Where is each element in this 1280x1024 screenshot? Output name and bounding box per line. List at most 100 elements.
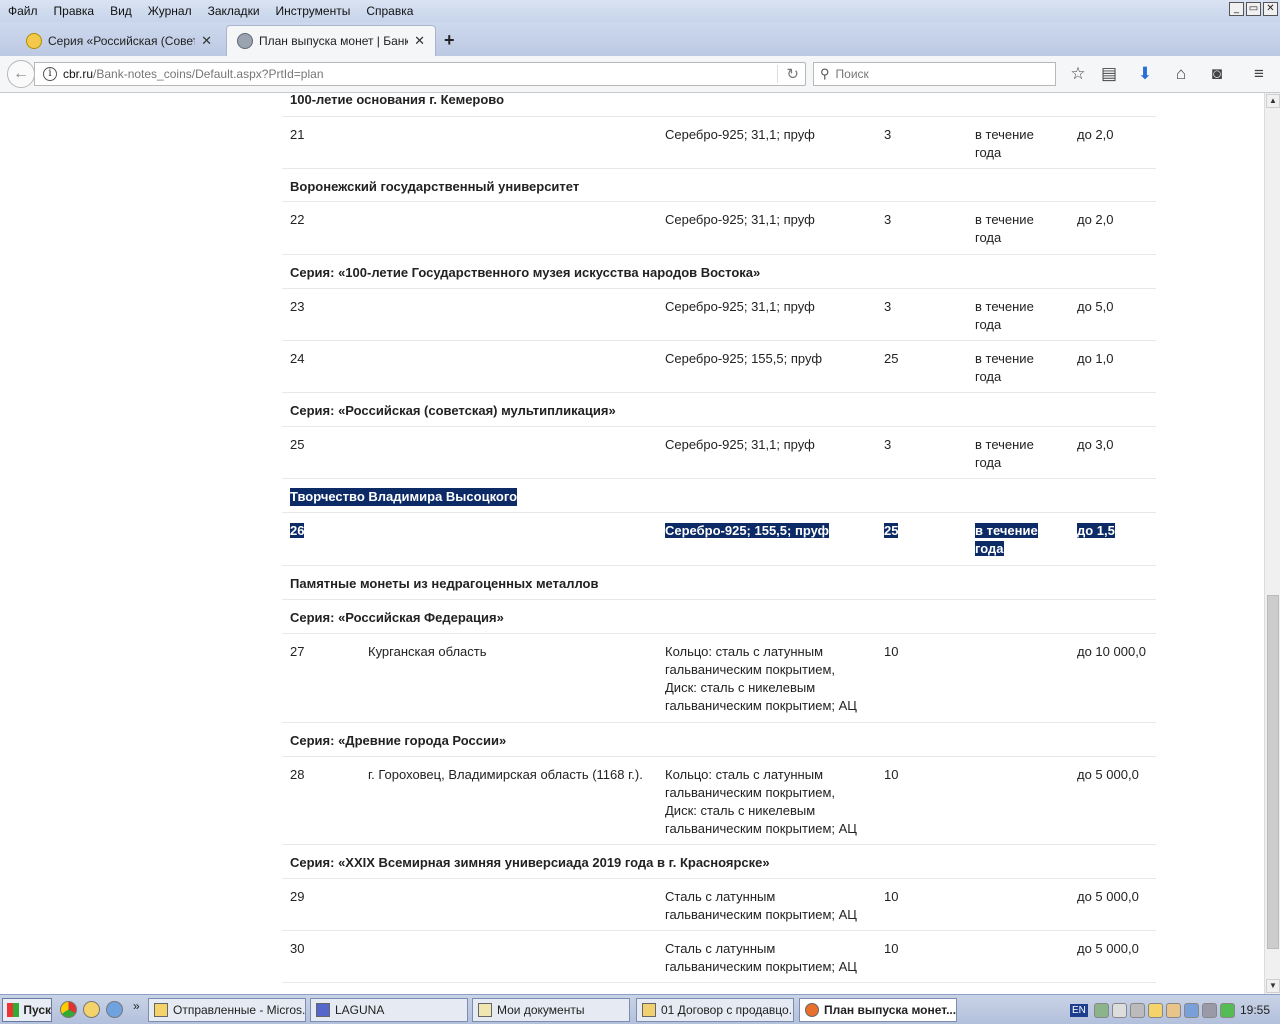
coin-amount: до 5 000,0 bbox=[1077, 889, 1139, 904]
section-heading: Памятные монеты из недрагоценных металло… bbox=[290, 576, 599, 591]
connection-icon[interactable] bbox=[1219, 1002, 1235, 1018]
printer-icon[interactable] bbox=[1111, 1002, 1127, 1018]
coin-table-row: 27 Курганская область Кольцо: сталь с лату… bbox=[282, 634, 1156, 723]
taskbar-button-label: Мои документы bbox=[497, 1003, 585, 1017]
taskbar-button-outlook[interactable]: Отправленные - Micros... bbox=[148, 998, 306, 1022]
menu-bookmarks[interactable]: Закладки bbox=[200, 4, 268, 18]
coin-material: Серебро-925; 31,1; пруф bbox=[665, 299, 815, 314]
coin-table-row: 25 Серебро-925; 31,1; пруф 3 в течение года… bbox=[282, 427, 1156, 479]
coin-mintage: 3 bbox=[884, 127, 892, 142]
taskbar-button-contract[interactable]: 01 Договор с продавцо... bbox=[636, 998, 794, 1022]
coin-mintage: 10 bbox=[884, 767, 899, 782]
menu-help[interactable]: Справка bbox=[358, 4, 421, 18]
download-icon[interactable]: ⬇ bbox=[1134, 63, 1156, 85]
section-heading: Серия: «Древние города России» bbox=[290, 733, 507, 748]
display-icon[interactable] bbox=[1183, 1002, 1199, 1018]
folder-icon bbox=[478, 1003, 492, 1017]
scroll-up-arrow-icon[interactable]: ▲ bbox=[1266, 94, 1280, 108]
pocket-icon[interactable]: ◙ bbox=[1206, 63, 1228, 85]
coin-amount: до 5 000,0 bbox=[1077, 941, 1139, 956]
home-icon[interactable]: ⌂ bbox=[1170, 63, 1192, 85]
scrollbar-thumb[interactable] bbox=[1267, 595, 1279, 949]
navigation-toolbar: ← i cbr.ru/Bank-notes_coins/Default.aspx… bbox=[0, 56, 1280, 93]
search-input[interactable]: ⚲ Поиск bbox=[813, 62, 1056, 86]
back-button[interactable]: ← bbox=[7, 60, 35, 88]
coin-amount-selected-text: до 1,5 bbox=[1077, 523, 1115, 538]
tab-series-multiplication[interactable]: Серия «Российская (Советс... ✕ bbox=[16, 25, 222, 56]
network-icon[interactable] bbox=[1093, 1002, 1109, 1018]
settings-icon[interactable] bbox=[1129, 1002, 1145, 1018]
release-date: в течение года bbox=[975, 299, 1034, 332]
coin-table-row: 29 Сталь с латунным гальваническим покрыт… bbox=[282, 879, 1156, 931]
row-number: 23 bbox=[290, 299, 305, 314]
reload-button[interactable]: ↻ bbox=[777, 65, 799, 83]
word-icon[interactable] bbox=[106, 1001, 123, 1018]
chrome-icon[interactable] bbox=[60, 1001, 77, 1018]
coin-material-selected-text: Серебро-925; 155,5; пруф bbox=[665, 523, 830, 538]
section-heading-row: Серия: «100-летие Государственного музея… bbox=[282, 255, 1156, 289]
app-icon bbox=[316, 1003, 330, 1017]
scroll-down-arrow-icon[interactable]: ▼ bbox=[1266, 979, 1280, 993]
taskbar-button-my-documents[interactable]: Мои документы bbox=[472, 998, 630, 1022]
coin-mintage: 10 bbox=[884, 889, 899, 904]
coin-name: Курганская область bbox=[368, 644, 487, 659]
url-domain: cbr.ru bbox=[63, 67, 94, 81]
coin-table-row: 22 Серебро-925; 31,1; пруф 3 в течение года… bbox=[282, 202, 1156, 255]
menu-bar: Файл Правка Вид Журнал Закладки Инструме… bbox=[0, 0, 1280, 22]
taskbar-button-label: LAGUNA bbox=[335, 1003, 385, 1017]
section-heading-row: Воронежский государственный университет bbox=[282, 169, 1156, 202]
coin-mintage: 10 bbox=[884, 941, 899, 956]
tab-title: План выпуска монет | Банк ... bbox=[259, 34, 409, 48]
outlook-clock-icon[interactable] bbox=[83, 1001, 100, 1018]
tab-bar: Серия «Российская (Советс... ✕ План выпу… bbox=[0, 22, 1280, 56]
release-date: в течение года bbox=[975, 351, 1034, 384]
coin-name: г. Гороховец, Владимирская область (1168… bbox=[368, 767, 643, 782]
system-clock: 19:55 bbox=[1239, 1003, 1270, 1017]
coin-amount: до 3,0 bbox=[1077, 437, 1114, 452]
tab-title: Серия «Российская (Советс... bbox=[48, 33, 195, 48]
taskbar-button-laguna[interactable]: LAGUNA bbox=[310, 998, 468, 1022]
menu-file[interactable]: Файл bbox=[0, 4, 46, 18]
sound-icon[interactable] bbox=[1201, 1002, 1217, 1018]
tab-coin-plan[interactable]: План выпуска монет | Банк ... ✕ bbox=[226, 25, 436, 56]
mail-icon[interactable] bbox=[1165, 1002, 1181, 1018]
tab-close-icon[interactable]: ✕ bbox=[201, 33, 212, 49]
menu-history[interactable]: Журнал bbox=[140, 4, 200, 18]
quick-launch-more-icon[interactable]: » bbox=[133, 999, 140, 1013]
coin-amount: до 2,0 bbox=[1077, 212, 1114, 227]
row-number: 29 bbox=[290, 889, 305, 904]
info-icon[interactable]: i bbox=[43, 67, 57, 81]
row-number: 21 bbox=[290, 127, 305, 142]
tab-close-icon[interactable]: ✕ bbox=[414, 33, 425, 49]
section-heading-row: Серия: «Российская (советская) мультипли… bbox=[282, 393, 1156, 427]
coin-material: Серебро-925; 31,1; пруф bbox=[665, 437, 815, 452]
reading-list-icon[interactable]: ▤ bbox=[1098, 63, 1120, 85]
menu-edit[interactable]: Правка bbox=[46, 4, 103, 18]
language-indicator[interactable]: EN bbox=[1070, 1003, 1088, 1017]
coin-mintage-selected-text: 25 bbox=[884, 523, 899, 538]
coin-amount: до 5 000,0 bbox=[1077, 767, 1139, 782]
coin-mintage: 3 bbox=[884, 299, 892, 314]
section-heading-row: Серия: «XXIX Всемирная зимняя универсиад… bbox=[282, 845, 1156, 879]
release-date: в течение года bbox=[975, 212, 1034, 245]
minimize-button[interactable]: _ bbox=[1229, 2, 1244, 16]
start-label: Пуск bbox=[23, 1003, 51, 1017]
menu-view[interactable]: Вид bbox=[102, 4, 140, 18]
menu-tools[interactable]: Инструменты bbox=[268, 4, 359, 18]
close-window-button[interactable]: ✕ bbox=[1263, 2, 1278, 16]
coin-table-row: 21 Серебро-925; 31,1; пруф 3 в течение года… bbox=[282, 117, 1156, 169]
taskbar-button-firefox[interactable]: План выпуска монет... bbox=[799, 998, 957, 1022]
star-icon[interactable]: ☆ bbox=[1067, 63, 1089, 85]
search-icon: ⚲ bbox=[820, 66, 830, 81]
address-bar[interactable]: i cbr.ru/Bank-notes_coins/Default.aspx?P… bbox=[34, 62, 806, 86]
taskbar-button-label: 01 Договор с продавцо... bbox=[661, 1003, 794, 1017]
clock-app-icon[interactable] bbox=[1147, 1002, 1163, 1018]
coin-material: Серебро-925; 31,1; пруф bbox=[665, 212, 815, 227]
start-button[interactable]: Пуск bbox=[2, 998, 52, 1022]
new-tab-button[interactable]: + bbox=[444, 30, 455, 51]
vertical-scrollbar[interactable]: ▲ ▼ bbox=[1264, 93, 1280, 994]
section-heading: Серия: «Российская Федерация» bbox=[290, 610, 504, 625]
maximize-button[interactable]: ▭ bbox=[1246, 2, 1261, 16]
hamburger-menu-icon[interactable]: ≡ bbox=[1248, 63, 1270, 85]
release-date: в течение года bbox=[975, 127, 1034, 160]
